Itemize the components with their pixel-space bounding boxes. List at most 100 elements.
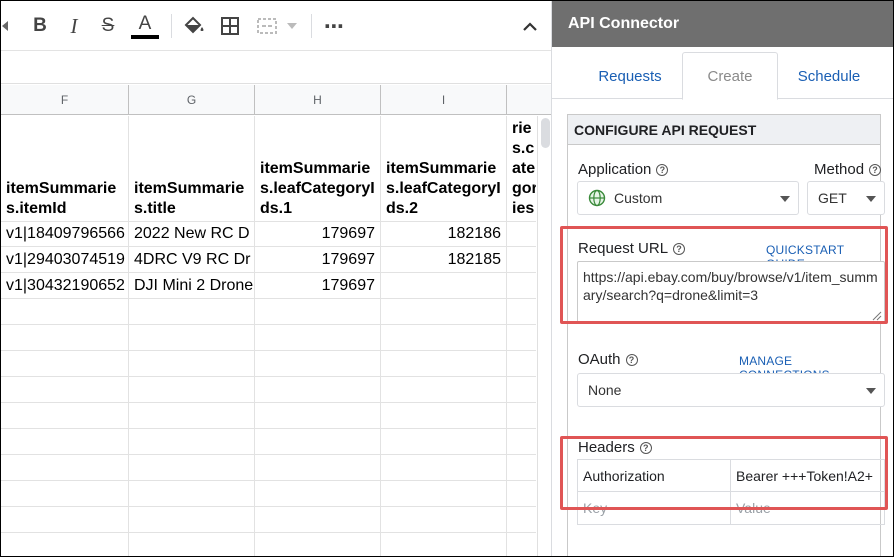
cell[interactable]	[381, 273, 507, 298]
cell[interactable]	[129, 299, 255, 324]
application-select[interactable]: Custom	[577, 181, 799, 215]
cell[interactable]	[381, 507, 507, 532]
cell[interactable]: 2022 New RC D	[129, 222, 255, 246]
cell[interactable]: v1|30432190652	[1, 273, 129, 298]
cell[interactable]	[255, 351, 381, 376]
header-value-input[interactable]: Bearer +++Token!A2+	[731, 460, 884, 492]
cell[interactable]	[507, 247, 536, 272]
cell[interactable]: 182186	[381, 222, 507, 246]
collapse-toolbar-chevron-up-icon[interactable]	[515, 11, 545, 41]
column-header-j[interactable]	[507, 85, 551, 115]
cell[interactable]: itemSummaries.title	[129, 116, 255, 221]
cell[interactable]: itemSummaries.categories	[507, 116, 536, 221]
cell[interactable]	[381, 455, 507, 480]
bold-button[interactable]: B	[25, 11, 55, 41]
oauth-label: OAuth ?	[578, 351, 638, 368]
cell[interactable]	[381, 403, 507, 428]
header-key-input[interactable]: Authorization	[578, 460, 731, 492]
strikethrough-button[interactable]: S	[93, 11, 123, 41]
chevron-down-icon	[866, 388, 876, 394]
cell[interactable]	[507, 222, 536, 246]
method-select[interactable]: GET	[807, 181, 885, 215]
cell[interactable]: DJI Mini 2 Drone	[129, 273, 255, 298]
cell[interactable]	[129, 429, 255, 454]
cell[interactable]	[1, 377, 129, 402]
text-color-button[interactable]: A	[129, 11, 161, 41]
oauth-select[interactable]: None	[577, 373, 885, 407]
cell[interactable]: 179697	[255, 273, 381, 298]
cell[interactable]	[507, 273, 536, 298]
tab-create[interactable]: Create	[682, 52, 778, 100]
request-url-input[interactable]: https://api.ebay.com/buy/browse/v1/item_…	[577, 261, 885, 323]
tab-schedule[interactable]: Schedule	[780, 53, 878, 99]
fill-color-icon[interactable]	[179, 11, 209, 41]
formula-bar[interactable]	[1, 52, 551, 84]
cell[interactable]: 182185	[381, 247, 507, 272]
cell[interactable]: itemSummaries.leafCategoryIds.1	[255, 116, 381, 221]
cell[interactable]: v1|29403074519	[1, 247, 129, 272]
cell[interactable]	[129, 455, 255, 480]
section-title: CONFIGURE API REQUEST	[568, 115, 880, 145]
cell[interactable]	[255, 455, 381, 480]
help-icon[interactable]: ?	[625, 353, 638, 366]
cell[interactable]: 4DRC V9 RC Dr	[129, 247, 255, 272]
borders-icon[interactable]	[215, 11, 245, 41]
cell[interactable]	[255, 377, 381, 402]
header-key-input[interactable]: Key	[578, 492, 731, 524]
cell[interactable]: 179697	[255, 247, 381, 272]
cell[interactable]	[381, 481, 507, 506]
resize-handle-icon[interactable]	[872, 311, 882, 321]
cell[interactable]	[255, 403, 381, 428]
cell[interactable]	[381, 377, 507, 402]
cell[interactable]	[255, 533, 381, 556]
cell[interactable]	[1, 429, 129, 454]
cell[interactable]	[255, 507, 381, 532]
cell[interactable]	[129, 481, 255, 506]
merge-dropdown-chevron-down-icon[interactable]	[285, 11, 299, 41]
more-options-icon[interactable]: ⋯	[319, 11, 349, 41]
table-row: v1|29403074519 4DRC V9 RC Dr 179697 1821…	[1, 247, 536, 273]
cell[interactable]	[255, 299, 381, 324]
toolbar-scroll-left-icon[interactable]	[1, 11, 9, 41]
column-header-f[interactable]: F	[1, 85, 129, 115]
cell[interactable]	[255, 325, 381, 350]
cell[interactable]: 179697	[255, 222, 381, 246]
cell[interactable]: itemSummaries.itemId	[1, 116, 129, 221]
scrollbar-thumb[interactable]	[541, 118, 550, 148]
column-header-i[interactable]: I	[381, 85, 507, 115]
help-icon[interactable]: ?	[656, 163, 669, 176]
cell[interactable]	[1, 455, 129, 480]
cell[interactable]	[1, 403, 129, 428]
cell[interactable]: v1|18409796566	[1, 222, 129, 246]
header-value-input[interactable]: Value	[731, 492, 884, 524]
cell[interactable]	[1, 481, 129, 506]
tab-requests[interactable]: Requests	[580, 53, 680, 99]
cell[interactable]	[1, 533, 129, 556]
cell[interactable]	[255, 481, 381, 506]
help-icon[interactable]: ?	[639, 441, 652, 454]
cell[interactable]	[129, 507, 255, 532]
cell[interactable]	[129, 351, 255, 376]
cell[interactable]	[129, 325, 255, 350]
cell[interactable]	[255, 429, 381, 454]
cell[interactable]	[1, 507, 129, 532]
column-header-h[interactable]: H	[255, 85, 381, 115]
column-header-g[interactable]: G	[129, 85, 255, 115]
cell[interactable]	[129, 377, 255, 402]
cell[interactable]	[1, 351, 129, 376]
vertical-scrollbar[interactable]	[537, 116, 551, 556]
help-icon[interactable]: ?	[869, 163, 882, 176]
cell[interactable]	[381, 429, 507, 454]
cell[interactable]	[129, 533, 255, 556]
cell[interactable]	[381, 351, 507, 376]
help-icon[interactable]: ?	[673, 242, 686, 255]
cell[interactable]	[1, 299, 129, 324]
cell[interactable]	[381, 299, 507, 324]
merge-cells-icon[interactable]	[253, 11, 281, 41]
cell[interactable]	[381, 325, 507, 350]
cell[interactable]: itemSummaries.leafCategoryIds.2	[381, 116, 507, 221]
cell[interactable]	[129, 403, 255, 428]
cell[interactable]	[381, 533, 507, 556]
cell[interactable]	[1, 325, 129, 350]
italic-button[interactable]: I	[59, 11, 89, 41]
